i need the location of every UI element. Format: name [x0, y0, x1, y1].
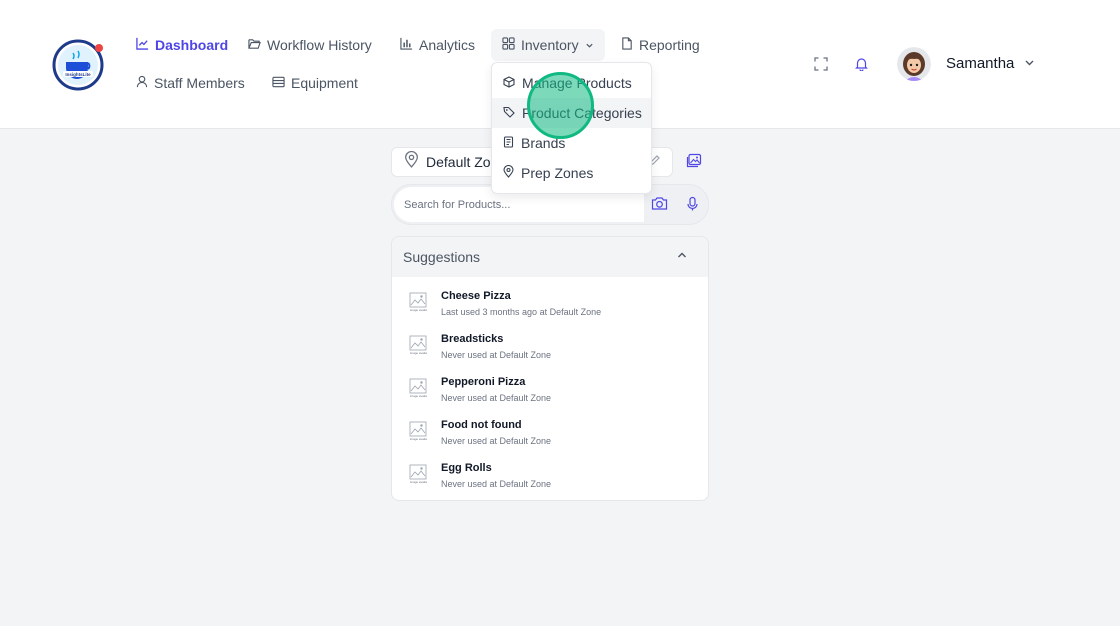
avatar[interactable] [897, 47, 931, 81]
microphone-icon[interactable] [686, 196, 699, 217]
map-pin-icon [503, 164, 514, 181]
tag-icon [503, 105, 515, 121]
menu-item-label: Manage Products [522, 75, 632, 91]
image-gallery-icon[interactable] [686, 153, 702, 174]
no-image-placeholder-icon: No image available [405, 378, 431, 402]
user-menu-chevron-icon[interactable] [1023, 56, 1036, 74]
list-icon [272, 75, 285, 91]
file-icon [621, 37, 633, 53]
suggestion-item[interactable]: No image available Food not found Never us… [392, 418, 708, 461]
user-name[interactable]: Samantha [946, 55, 1014, 72]
suggestion-detail: Never used at Default Zone [441, 436, 552, 446]
nav-analytics[interactable]: Analytics [400, 29, 475, 61]
menu-item-label: Product Categories [522, 105, 642, 121]
inventory-dropdown-menu: Manage Products Product Categories Brand… [491, 62, 652, 194]
suggestion-detail: Last used 3 months ago at Default Zone [441, 307, 602, 317]
nav-equipment[interactable]: Equipment [272, 67, 358, 99]
thumb-text: No image available [409, 308, 427, 312]
no-image-placeholder-icon: No image available [405, 335, 431, 359]
map-pin-icon [404, 150, 419, 173]
suggestions-header[interactable]: Suggestions [392, 237, 708, 277]
folder-open-icon [248, 37, 261, 53]
nav-dashboard[interactable]: Dashboard [136, 29, 228, 61]
user-icon [136, 75, 148, 91]
no-image-placeholder-icon: No image available [405, 421, 431, 445]
suggestion-item[interactable]: No image available Pepperoni Pizza Never u… [392, 375, 708, 418]
logo-text: InsightsLite [65, 72, 91, 77]
chevron-down-icon [585, 37, 594, 53]
chevron-up-icon[interactable] [676, 248, 688, 266]
suggestion-name: Food not found [441, 419, 522, 431]
suggestion-text: Food not found Never used at Default Zone [441, 418, 551, 448]
suggestion-item[interactable]: No image available Cheese Pizza Last used … [392, 289, 708, 332]
suggestions-title: Suggestions [403, 249, 481, 265]
suggestion-item[interactable]: No image available Egg Rolls Never used at… [392, 461, 708, 500]
suggestion-detail: Never used at Default Zone [441, 350, 552, 360]
nav-reporting-label: Reporting [639, 37, 700, 53]
suggestion-name: Pepperoni Pizza [441, 376, 526, 388]
suggestion-name: Egg Rolls [441, 462, 492, 474]
nav-analytics-label: Analytics [419, 37, 476, 53]
fullscreen-icon[interactable] [811, 54, 831, 74]
menu-item-prep-zones[interactable]: Prep Zones [492, 158, 651, 188]
suggestions-panel: Suggestions No image available Cheese Piz… [391, 236, 709, 501]
nav-inventory[interactable]: Inventory [491, 29, 605, 61]
no-image-placeholder-icon: No image available [405, 464, 431, 488]
app-logo[interactable]: InsightsLite [52, 38, 105, 91]
thumb-text: No image available [409, 437, 427, 441]
nav-workflow-history-label: Workflow History [267, 37, 372, 53]
nav-dashboard-label: Dashboard [155, 37, 229, 53]
nav-equipment-label: Equipment [291, 75, 358, 91]
suggestion-name: Cheese Pizza [441, 290, 511, 302]
nav-inventory-label: Inventory [521, 37, 579, 53]
menu-item-label: Prep Zones [521, 165, 594, 181]
menu-item-manage-products[interactable]: Manage Products [492, 68, 651, 98]
suggestion-detail: Never used at Default Zone [441, 393, 552, 403]
suggestions-list: No image available Cheese Pizza Last used … [392, 277, 708, 500]
menu-item-brands[interactable]: Brands [492, 128, 651, 158]
bar-chart-icon [400, 37, 413, 53]
grid-icon [502, 37, 515, 53]
suggestion-name: Breadsticks [441, 333, 504, 345]
suggestion-item[interactable]: No image available Breadsticks Never used … [392, 332, 708, 375]
no-image-placeholder-icon: No image available [405, 292, 431, 316]
menu-item-product-categories[interactable]: Product Categories [492, 98, 651, 128]
thumb-text: No image available [409, 394, 427, 398]
nav-staff-members-label: Staff Members [154, 75, 245, 91]
suggestion-text: Breadsticks Never used at Default Zone [441, 332, 551, 362]
suggestion-text: Cheese Pizza Last used 3 months ago at De… [441, 289, 601, 319]
suggestion-detail: Never used at Default Zone [441, 479, 552, 489]
nav-staff-members[interactable]: Staff Members [136, 67, 245, 99]
thumb-text: No image available [409, 351, 427, 355]
suggestion-text: Egg Rolls Never used at Default Zone [441, 461, 551, 491]
chart-line-icon [136, 37, 149, 53]
thumb-text: No image available [409, 480, 427, 484]
menu-item-label: Brands [521, 135, 566, 151]
camera-icon[interactable] [651, 196, 668, 216]
nav-reporting[interactable]: Reporting [621, 29, 700, 61]
nav-workflow-history[interactable]: Workflow History [248, 29, 372, 61]
box-icon [503, 75, 515, 91]
suggestion-text: Pepperoni Pizza Never used at Default Zon… [441, 375, 551, 405]
bell-icon[interactable] [851, 54, 871, 74]
book-icon [503, 135, 514, 151]
